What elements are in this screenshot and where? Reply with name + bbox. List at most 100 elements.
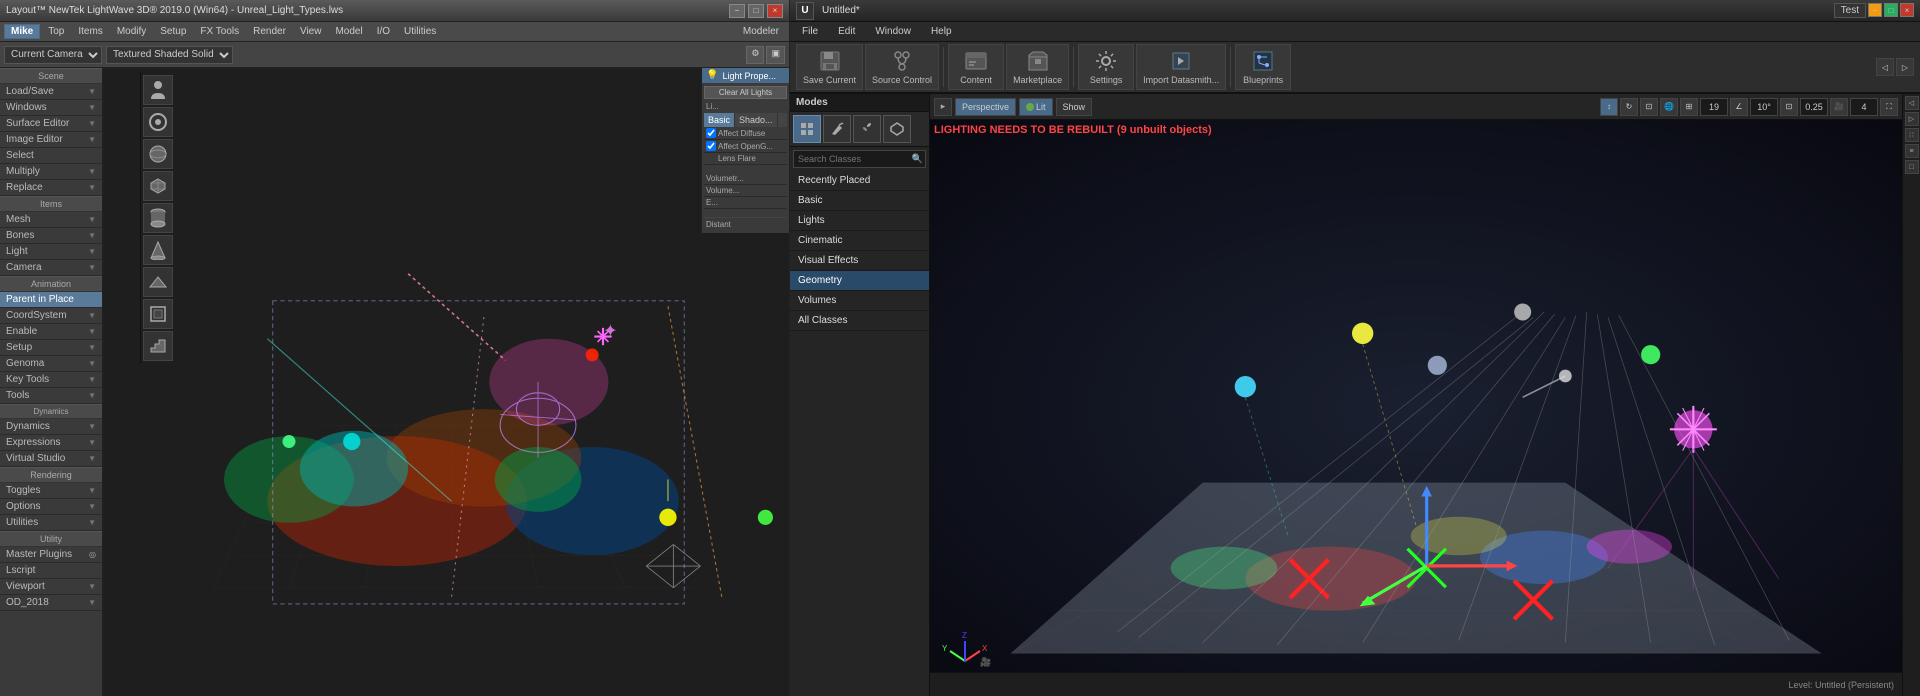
ue-maximize-button[interactable]: □ xyxy=(1884,3,1898,17)
vp-angle-value[interactable]: 10° xyxy=(1750,98,1778,116)
lw-sidebar-lscript[interactable]: Lscript xyxy=(0,563,102,579)
vp-camera-value[interactable]: 4 xyxy=(1850,98,1878,116)
modes-lights[interactable]: Lights xyxy=(790,211,929,231)
lw-sidebar-options[interactable]: Options ▼ xyxy=(0,499,102,515)
lw-minimize-button[interactable]: − xyxy=(729,4,745,18)
ue-import-datasmith-button[interactable]: Import Datasmith... xyxy=(1136,44,1226,90)
lw-menu-modify[interactable]: Modify xyxy=(111,25,152,38)
mode-geometry-button[interactable] xyxy=(883,115,911,143)
clear-all-lights-button[interactable]: Clear All Lights xyxy=(704,86,787,99)
lw-sidebar-masterplugins[interactable]: Master Plugins ◎ xyxy=(0,547,102,563)
modes-search-input[interactable] xyxy=(793,150,926,168)
ue-source-control-button[interactable]: Source Control xyxy=(865,44,939,90)
vp-translate-button[interactable]: ↕ xyxy=(1600,98,1618,116)
lw-sidebar-image-editor[interactable]: Image Editor ▼ xyxy=(0,132,102,148)
vp-arrow-button[interactable]: ▸ xyxy=(934,98,952,116)
lw-sidebar-camera[interactable]: Camera ▼ xyxy=(0,260,102,276)
lw-sidebar-bones[interactable]: Bones ▼ xyxy=(0,228,102,244)
ue-marketplace-button[interactable]: Marketplace xyxy=(1006,44,1069,90)
lp-affect-diffuse-checkbox[interactable] xyxy=(706,128,716,138)
lw-sidebar-coordsystem[interactable]: CoordSystem ▼ xyxy=(0,308,102,324)
lw-viewport-button[interactable]: ▣ xyxy=(766,46,785,64)
vp-rotate-snap-button[interactable]: ∠ xyxy=(1730,98,1748,116)
lw-sidebar-select[interactable]: Select xyxy=(0,148,102,164)
ue-content-button[interactable]: Content xyxy=(948,44,1004,90)
lw-sidebar-genoma[interactable]: Genoma ▼ xyxy=(0,356,102,372)
rp-btn-3[interactable]: ∷ xyxy=(1905,128,1919,142)
lw-sidebar-dynamics[interactable]: Dynamics ▼ xyxy=(0,419,102,435)
lw-sidebar-mesh[interactable]: Mesh ▼ xyxy=(0,212,102,228)
lw-camera-select[interactable]: Current Camera xyxy=(4,46,102,64)
modes-basic[interactable]: Basic xyxy=(790,191,929,211)
ue-settings-button[interactable]: Settings xyxy=(1078,44,1134,90)
ue-menu-edit[interactable]: Edit xyxy=(830,24,863,39)
lw-menu-model[interactable]: Model xyxy=(329,25,368,38)
lp-tab-shadow[interactable]: Shado... xyxy=(735,113,778,127)
mode-paint-button[interactable] xyxy=(823,115,851,143)
ue-blueprints-button[interactable]: Blueprints xyxy=(1235,44,1291,90)
lw-maximize-button[interactable]: □ xyxy=(748,4,764,18)
lw-sidebar-replace[interactable]: Replace ▼ xyxy=(0,180,102,196)
lw-sidebar-expressions[interactable]: Expressions ▼ xyxy=(0,435,102,451)
mode-placement-button[interactable] xyxy=(793,115,821,143)
lp-affect-opengl-checkbox[interactable] xyxy=(706,141,716,151)
rp-btn-5[interactable]: □ xyxy=(1905,160,1919,174)
modes-recently-placed[interactable]: Recently Placed xyxy=(790,171,929,191)
lw-menu-setup[interactable]: Setup xyxy=(154,25,192,38)
lw-sidebar-utilities[interactable]: Utilities ▼ xyxy=(0,515,102,531)
vp-scale-value[interactable]: 0.25 xyxy=(1800,98,1828,116)
vp-lit-button[interactable]: Lit xyxy=(1019,98,1053,116)
modes-all-classes[interactable]: All Classes xyxy=(790,311,929,331)
lw-sidebar-light[interactable]: Light ▼ xyxy=(0,244,102,260)
lw-sidebar-virtualstudio[interactable]: Virtual Studio ▼ xyxy=(0,451,102,467)
vp-camera-speed-button[interactable]: 🎥 xyxy=(1830,98,1848,116)
lw-sidebar-surface-editor[interactable]: Surface Editor ▼ xyxy=(0,116,102,132)
ue-menu-file[interactable]: File xyxy=(794,24,826,39)
lw-tab-mike[interactable]: Mike xyxy=(4,24,40,39)
modes-geometry[interactable]: Geometry xyxy=(790,271,929,291)
vp-maximize-button[interactable]: ⛶ xyxy=(1880,98,1898,116)
modes-visual-effects[interactable]: Visual Effects xyxy=(790,251,929,271)
vp-show-button[interactable]: Show xyxy=(1056,98,1093,116)
lw-sidebar-viewport[interactable]: Viewport ▼ xyxy=(0,579,102,595)
lw-menu-utilities[interactable]: Utilities xyxy=(398,25,442,38)
rp-btn-1[interactable]: ◁ xyxy=(1905,96,1919,110)
ue-minimize-button[interactable]: − xyxy=(1868,3,1882,17)
vp-snap-button[interactable]: ⊞ xyxy=(1680,98,1698,116)
lw-sidebar-tools[interactable]: Tools ▼ xyxy=(0,388,102,404)
modes-cinematic[interactable]: Cinematic xyxy=(790,231,929,251)
ue-menu-window[interactable]: Window xyxy=(867,24,919,39)
lw-sidebar-od2018[interactable]: OD_2018 ▼ xyxy=(0,595,102,611)
mode-foliage-button[interactable] xyxy=(853,115,881,143)
lw-sidebar-enable[interactable]: Enable ▼ xyxy=(0,324,102,340)
ue-tb-right-1[interactable]: ◁ xyxy=(1876,58,1894,76)
modes-volumes[interactable]: Volumes xyxy=(790,291,929,311)
lp-tab-basic[interactable]: Basic xyxy=(704,113,735,127)
lw-sidebar-setup[interactable]: Setup ▼ xyxy=(0,340,102,356)
rp-btn-2[interactable]: ▷ xyxy=(1905,112,1919,126)
vp-scale-snap-button[interactable]: ⊡ xyxy=(1780,98,1798,116)
lw-settings-button[interactable]: ⚙ xyxy=(746,46,764,64)
ue-save-current-button[interactable]: Save Current xyxy=(796,44,863,90)
lw-render-mode-select[interactable]: Textured Shaded Solid xyxy=(106,46,233,64)
lw-menu-io[interactable]: I/O xyxy=(371,25,396,38)
vp-perspective-button[interactable]: Perspective xyxy=(955,98,1016,116)
lw-menu-items[interactable]: Items xyxy=(72,25,108,38)
lw-menu-view[interactable]: View xyxy=(294,25,328,38)
lw-menu-render[interactable]: Render xyxy=(247,25,292,38)
lw-sidebar-windows[interactable]: Windows ▼ xyxy=(0,100,102,116)
rp-btn-4[interactable]: ≡ xyxy=(1905,144,1919,158)
lw-sidebar-keytools[interactable]: Key Tools ▼ xyxy=(0,372,102,388)
vp-scale-button[interactable]: ⊡ xyxy=(1640,98,1658,116)
vp-world-button[interactable]: 🌐 xyxy=(1660,98,1678,116)
lw-sidebar-toggles[interactable]: Toggles ▼ xyxy=(0,483,102,499)
vp-snap-value[interactable]: 19 xyxy=(1700,98,1728,116)
ue-tb-right-2[interactable]: ▷ xyxy=(1896,58,1914,76)
ue-close-button[interactable]: × xyxy=(1900,3,1914,17)
vp-rotate-button[interactable]: ↻ xyxy=(1620,98,1638,116)
ue-test-button[interactable]: Test xyxy=(1834,3,1866,18)
lw-menu-modeler[interactable]: Modeler xyxy=(737,25,785,38)
lw-menu-fxtools[interactable]: FX Tools xyxy=(194,25,245,38)
ue-menu-help[interactable]: Help xyxy=(923,24,960,39)
lw-sidebar-multiply[interactable]: Multiply ▼ xyxy=(0,164,102,180)
